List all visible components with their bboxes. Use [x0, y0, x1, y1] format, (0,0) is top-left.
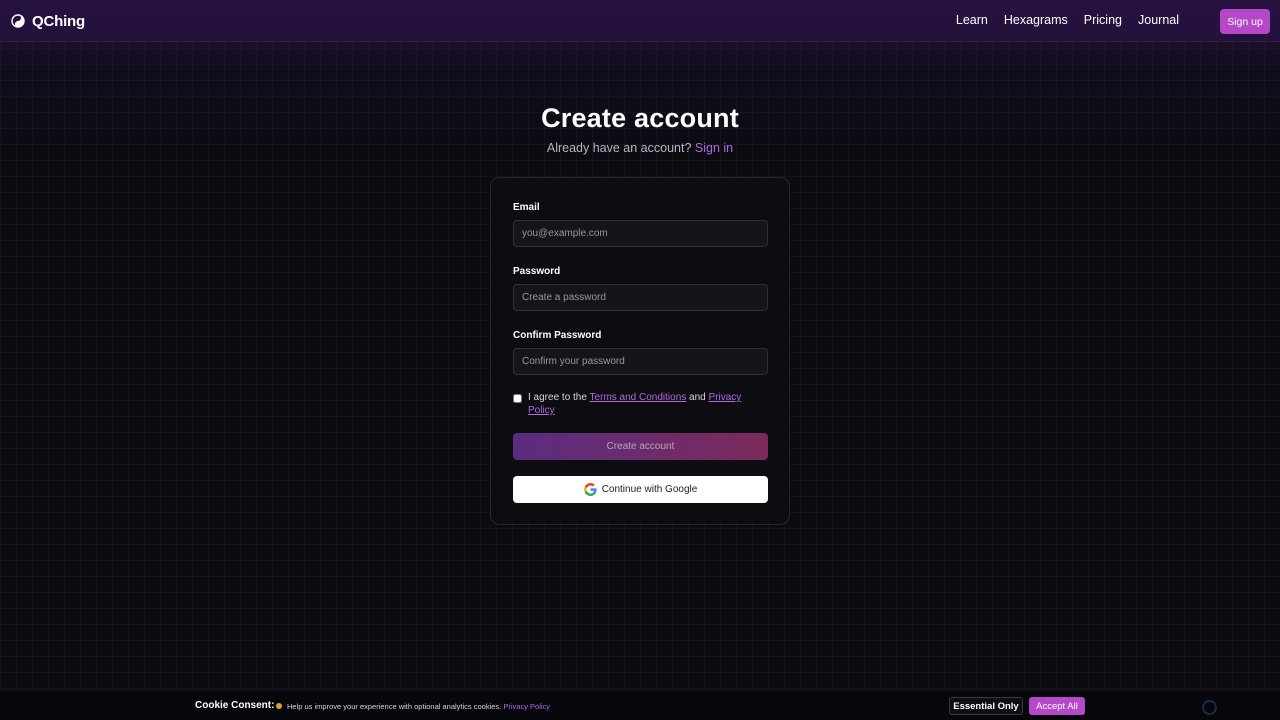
create-account-button[interactable]: Create account [513, 433, 768, 460]
terms-checkbox[interactable] [513, 394, 522, 403]
main-nav: Learn Hexagrams Pricing Journal [956, 13, 1179, 27]
top-navbar: QChing Learn Hexagrams Pricing Journal S… [0, 0, 1280, 42]
terms-link[interactable]: Terms and Conditions [590, 392, 687, 403]
cookie-privacy-link[interactable]: Privacy Policy [503, 702, 550, 711]
confirm-password-field[interactable] [513, 348, 768, 375]
watermark-badge [1202, 700, 1217, 715]
email-label: Email [513, 202, 540, 213]
essential-only-button[interactable]: Essential Only [949, 697, 1023, 715]
email-field[interactable] [513, 220, 768, 247]
page-subtitle: Already have an account? Sign in [0, 141, 1280, 155]
yin-yang-icon [11, 14, 25, 28]
nav-hexagrams[interactable]: Hexagrams [1004, 13, 1068, 27]
signup-button[interactable]: Sign up [1220, 9, 1270, 34]
cookie-message: Help us improve your experience with opt… [287, 702, 550, 711]
agree-and: and [689, 392, 706, 403]
nav-pricing[interactable]: Pricing [1084, 13, 1122, 27]
agree-prefix: I agree to the [528, 392, 587, 403]
password-label: Password [513, 266, 561, 277]
nav-learn[interactable]: Learn [956, 13, 988, 27]
cookie-consent-bar: Cookie Consent: Help us improve your exp… [0, 690, 1280, 720]
logo[interactable]: QChing [11, 11, 85, 31]
password-field[interactable] [513, 284, 768, 311]
google-button-label: Continue with Google [601, 484, 698, 495]
page-title: Create account [541, 103, 739, 133]
google-signin-button[interactable]: Continue with Google [513, 476, 768, 503]
google-icon [583, 483, 597, 496]
signin-link[interactable]: Sign in [695, 141, 733, 155]
watermark-icon [1202, 700, 1217, 715]
cookie-title: Cookie Consent: [195, 700, 275, 711]
nav-journal[interactable]: Journal [1138, 13, 1179, 27]
logo-text: QChing [32, 12, 85, 30]
subtitle-text: Already have an account? [546, 141, 692, 155]
confirm-password-label: Confirm Password [513, 330, 602, 341]
signup-form: Email Password Confirm Password I agree … [490, 177, 790, 525]
cookie-icon [276, 703, 282, 709]
cookie-text: Help us improve your experience with opt… [287, 702, 502, 711]
terms-text: I agree to the Terms and Conditions and … [528, 391, 753, 417]
accept-all-button[interactable]: Accept All [1029, 697, 1085, 715]
terms-agreement: I agree to the Terms and Conditions and … [513, 391, 753, 417]
